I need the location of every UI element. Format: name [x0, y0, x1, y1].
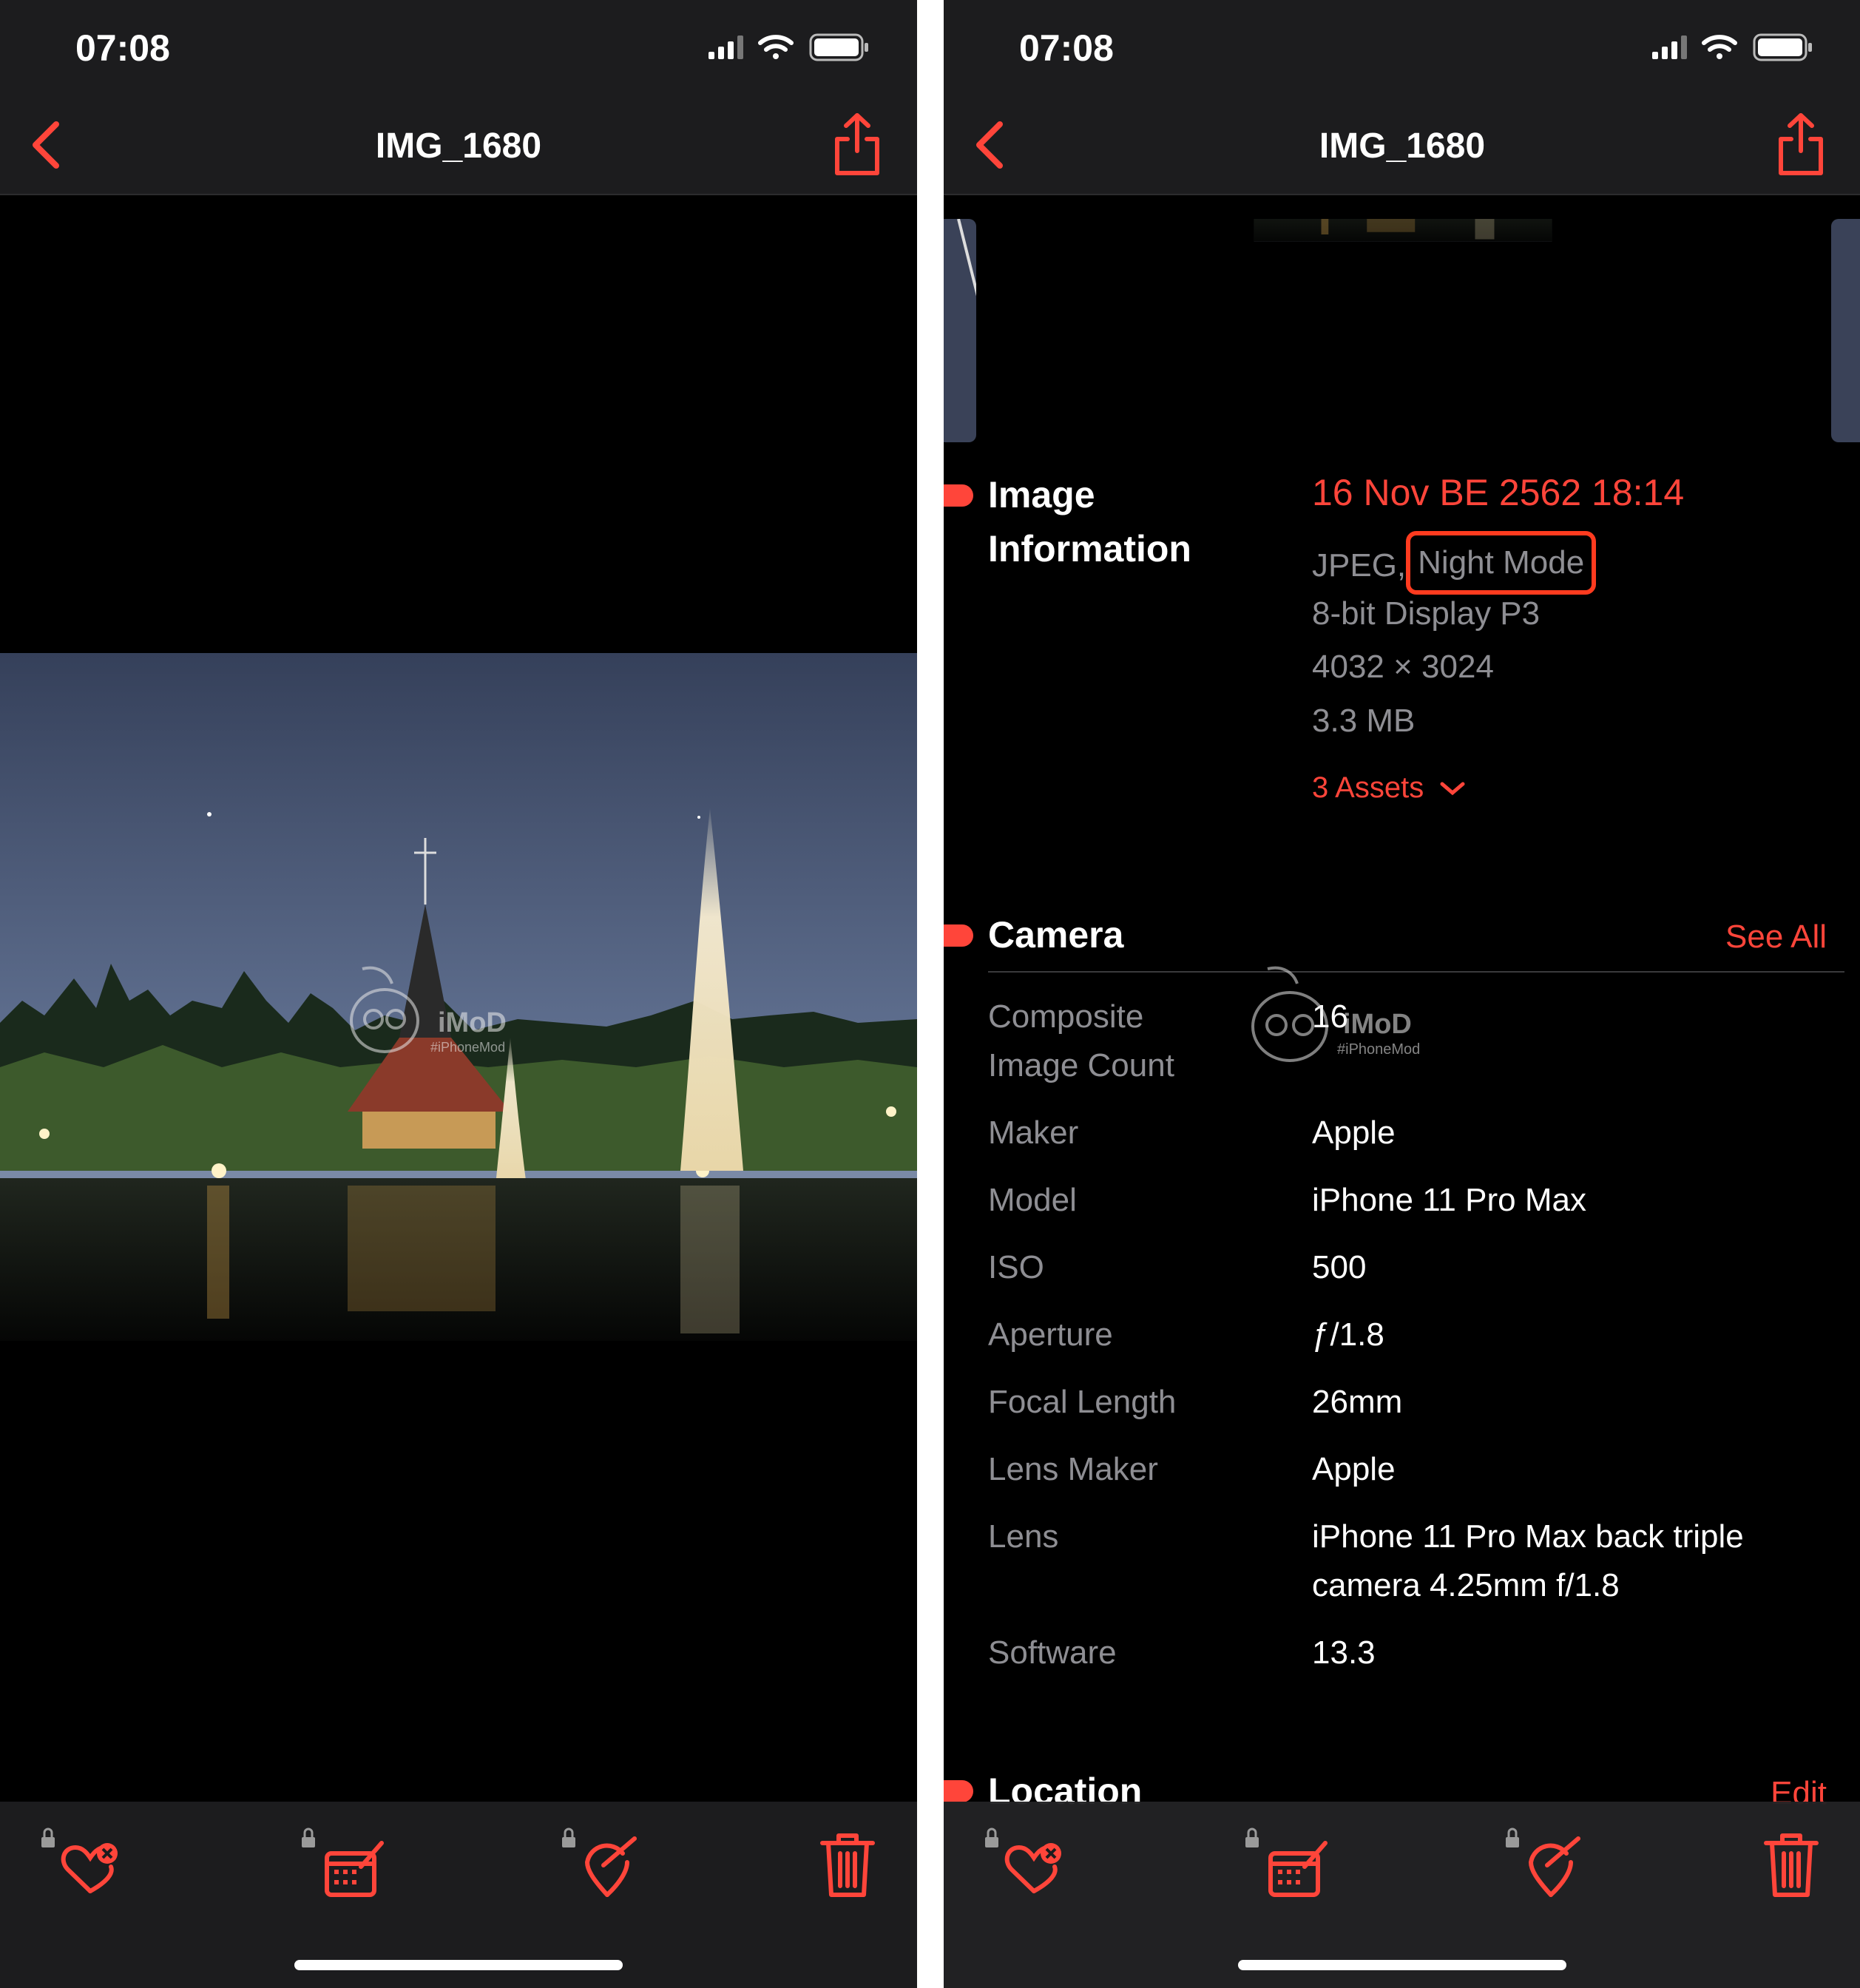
focal-length-value: 26mm: [1312, 1384, 1403, 1420]
home-indicator[interactable]: [1238, 1960, 1566, 1970]
bottom-toolbar: [944, 1802, 1860, 1988]
image-info-heading-2: Information: [988, 528, 1191, 569]
location-edit-icon[interactable]: [559, 1821, 648, 1902]
share-button[interactable]: [831, 109, 883, 178]
maker-label: Maker: [988, 1115, 1079, 1151]
section-marker: [944, 484, 973, 507]
battery-icon: [1753, 33, 1812, 61]
status-bar: 07:08: [0, 0, 917, 96]
thumbnail-current[interactable]: [988, 219, 1818, 442]
trash-icon[interactable]: [803, 1821, 892, 1902]
camera-heading: Camera: [988, 914, 1124, 956]
status-bar: 07:08: [944, 0, 1860, 96]
status-time: 07:08: [75, 27, 170, 69]
cellular-signal-icon: [709, 36, 743, 59]
iso-value: 500: [1312, 1249, 1367, 1285]
navigation-bar: IMG_1680: [944, 96, 1860, 195]
lock-icon: [1245, 1828, 1259, 1847]
location-edit-icon[interactable]: [1503, 1821, 1592, 1902]
model-label: Model: [988, 1182, 1077, 1218]
lock-icon: [1506, 1828, 1519, 1847]
lock-icon: [302, 1828, 315, 1847]
lens-label: Lens: [988, 1518, 1059, 1555]
calendar-edit-icon[interactable]: [299, 1821, 388, 1902]
page-title: IMG_1680: [375, 126, 542, 166]
color-profile: 8-bit Display P3: [1312, 595, 1541, 632]
aperture-value: ƒ/1.8: [1312, 1316, 1384, 1353]
bottom-toolbar: [0, 1802, 917, 1988]
composite-count-label-2: Image Count: [988, 1047, 1174, 1083]
focal-length-label: Focal Length: [988, 1384, 1177, 1420]
software-value: 13.3: [1312, 1634, 1376, 1671]
trash-icon[interactable]: [1747, 1821, 1836, 1902]
calendar-edit-icon[interactable]: [1242, 1821, 1331, 1902]
chevron-down-icon: [1440, 782, 1465, 796]
format-label: JPEG,: [1312, 547, 1407, 584]
lock-icon: [41, 1828, 55, 1847]
watermark-tag: #iPhoneMod: [1337, 1041, 1421, 1058]
cellular-signal-icon: [1652, 36, 1687, 59]
watermark-tag: #iPhoneMod: [430, 1040, 506, 1055]
night-mode-label: Night Mode: [1406, 531, 1597, 595]
image-format: JPEG, Night Mode: [1312, 531, 1597, 598]
lens-maker-label: Lens Maker: [988, 1451, 1158, 1487]
composite-count-label: Composite: [988, 998, 1144, 1035]
watermark-brand: iMoD: [1343, 1009, 1412, 1040]
photo-info-screen: 07:08 IMG_1680 Image Information 16 Nov …: [944, 0, 1860, 1988]
battery-icon: [809, 33, 868, 61]
watermark-logo: iMoD #iPhoneMod: [1245, 961, 1430, 1072]
status-icons: [1652, 33, 1812, 61]
thumbnail-strip[interactable]: [944, 219, 1860, 442]
see-all-button[interactable]: See All: [1725, 913, 1827, 961]
capture-date[interactable]: 16 Nov BE 2562 18:14: [1312, 468, 1684, 517]
maker-value: Apple: [1312, 1115, 1396, 1151]
page-title: IMG_1680: [1319, 126, 1486, 166]
status-icons: [709, 33, 868, 61]
file-size: 3.3 MB: [1312, 703, 1416, 739]
software-label: Software: [988, 1634, 1117, 1671]
section-marker: [944, 924, 973, 947]
iso-label: ISO: [988, 1249, 1044, 1285]
home-indicator[interactable]: [294, 1960, 623, 1970]
assets-label: 3 Assets: [1312, 771, 1424, 804]
image-dimensions: 4032 × 3024: [1312, 649, 1494, 685]
section-marker: [944, 1780, 973, 1802]
navigation-bar: IMG_1680: [0, 96, 917, 195]
image-info-heading: Image: [988, 474, 1095, 515]
lens-value: iPhone 11 Pro Max back triple: [1312, 1518, 1744, 1555]
assets-toggle[interactable]: 3 Assets: [1312, 763, 1467, 812]
lock-icon: [985, 1828, 998, 1847]
lens-value-2: camera 4.25mm f/1.8: [1312, 1567, 1620, 1603]
thumbnail-next[interactable]: [1831, 219, 1860, 442]
status-time: 07:08: [1019, 27, 1114, 69]
aperture-label: Aperture: [988, 1316, 1113, 1353]
watermark-brand: iMoD: [438, 1007, 507, 1038]
lens-maker-value: Apple: [1312, 1451, 1396, 1487]
share-button[interactable]: [1775, 109, 1827, 178]
lock-icon: [562, 1828, 575, 1847]
thumbnail-previous[interactable]: [944, 219, 976, 442]
wifi-icon: [1702, 35, 1737, 59]
photo-viewer-screen: 07:08 IMG_1680 iMoD #iPhoneMod: [0, 0, 917, 1988]
heart-remove-icon[interactable]: [982, 1821, 1071, 1902]
wifi-icon: [758, 35, 794, 59]
heart-remove-icon[interactable]: [38, 1821, 127, 1902]
watermark-logo: iMoD #iPhoneMod: [348, 961, 532, 1065]
model-value: iPhone 11 Pro Max: [1312, 1182, 1586, 1218]
